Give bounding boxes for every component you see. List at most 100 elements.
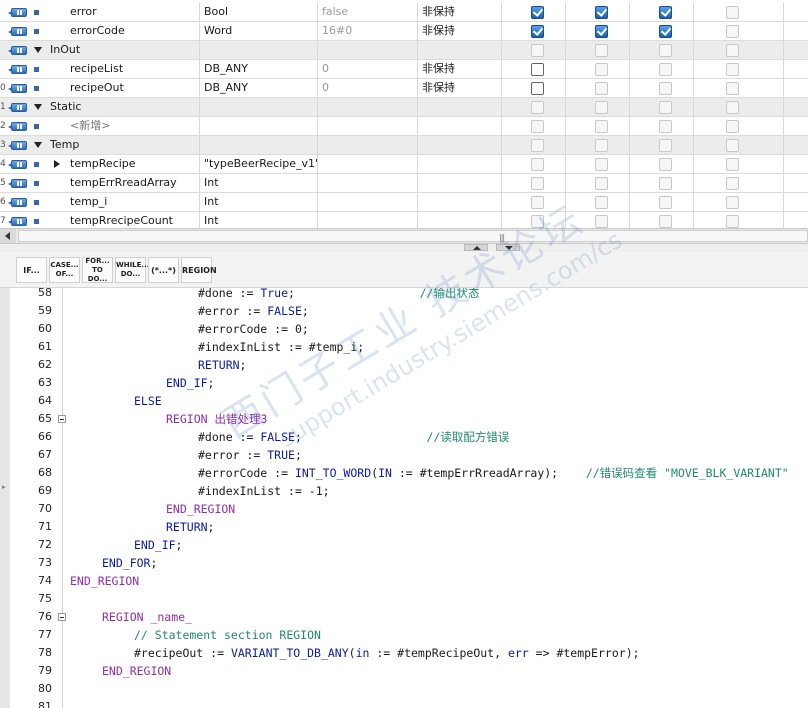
checkbox[interactable] [726, 139, 739, 152]
retain-cell[interactable] [418, 193, 502, 211]
retain-cell[interactable] [418, 174, 502, 192]
retain-cell[interactable] [418, 136, 502, 154]
default-value-cell[interactable] [318, 193, 418, 211]
checkbox[interactable] [595, 25, 608, 38]
checkbox[interactable] [531, 196, 544, 209]
insert-for-button[interactable]: FOR... TO DO... [82, 257, 113, 283]
default-value-cell[interactable]: 16#0 [318, 22, 418, 40]
default-value-cell[interactable]: false [318, 3, 418, 21]
data-type-cell[interactable]: Int [200, 193, 318, 211]
name-cell[interactable]: error [30, 3, 200, 21]
data-type-cell[interactable]: Int [200, 212, 318, 228]
checkbox[interactable] [531, 120, 544, 133]
fold-toggle-icon[interactable] [58, 613, 66, 621]
checkbox[interactable] [531, 101, 544, 114]
checkbox[interactable] [595, 6, 608, 19]
default-value-cell[interactable] [318, 117, 418, 135]
name-cell[interactable]: InOut [30, 41, 200, 59]
code-line[interactable]: ELSE [70, 392, 162, 410]
retain-cell[interactable] [418, 212, 502, 228]
checkbox[interactable] [659, 196, 672, 209]
code-line[interactable]: REGION _name_ [70, 608, 192, 626]
checkbox[interactable] [726, 177, 739, 190]
checkbox[interactable] [726, 101, 739, 114]
insert-region-button[interactable]: REGION [181, 257, 217, 283]
code-line[interactable]: #errorCode := INT_TO_WORD(IN := #tempErr… [70, 464, 789, 482]
interface-row[interactable]: recipeList DB_ANY 0 非保持 [0, 60, 808, 79]
code-line[interactable]: END_IF; [70, 374, 214, 392]
data-type-cell[interactable]: Int [200, 174, 318, 192]
retain-cell[interactable] [418, 117, 502, 135]
checkbox[interactable] [726, 120, 739, 133]
checkbox[interactable] [726, 215, 739, 228]
insert-case-button[interactable]: CASE... OF... [49, 257, 80, 283]
retain-cell[interactable] [418, 41, 502, 59]
data-type-cell[interactable]: DB_ANY [200, 79, 318, 97]
interface-row[interactable]: InOut [0, 41, 808, 60]
checkbox[interactable] [659, 44, 672, 57]
checkbox[interactable] [531, 158, 544, 171]
retain-cell[interactable]: 非保持 [418, 79, 502, 97]
interface-row[interactable]: 2 <新增> [0, 117, 808, 136]
interface-row[interactable]: 4 tempRecipe "typeBeerRecipe_v1" [0, 155, 808, 174]
interface-row[interactable]: errorCode Word 16#0 非保持 [0, 22, 808, 41]
name-cell[interactable]: temp_i [30, 193, 200, 211]
interface-row[interactable]: 3 Temp [0, 136, 808, 155]
interface-row[interactable]: error Bool false 非保持 [0, 3, 808, 22]
default-value-cell[interactable]: 0 [318, 79, 418, 97]
checkbox[interactable] [595, 120, 608, 133]
checkbox[interactable] [595, 158, 608, 171]
code-line[interactable]: END_REGION [70, 500, 235, 518]
data-type-cell[interactable] [200, 136, 318, 154]
checkbox[interactable] [659, 63, 672, 76]
checkbox[interactable] [659, 177, 672, 190]
code-line[interactable]: RETURN; [70, 518, 214, 536]
retain-cell[interactable]: 非保持 [418, 3, 502, 21]
retain-cell[interactable]: 非保持 [418, 60, 502, 78]
name-cell[interactable]: tempRecipe [30, 155, 200, 173]
checkbox[interactable] [659, 25, 672, 38]
code-line[interactable]: #recipeOut := VARIANT_TO_DB_ANY(in := #t… [70, 644, 640, 662]
retain-cell[interactable]: 非保持 [418, 22, 502, 40]
retain-cell[interactable] [418, 155, 502, 173]
code-line[interactable]: RETURN; [70, 356, 246, 374]
code-line[interactable]: END_REGION [70, 572, 139, 590]
default-value-cell[interactable]: 0 [318, 60, 418, 78]
checkbox[interactable] [659, 158, 672, 171]
checkbox[interactable] [531, 82, 544, 95]
checkbox[interactable] [531, 63, 544, 76]
expand-arrow-icon[interactable] [34, 104, 42, 110]
checkbox[interactable] [726, 158, 739, 171]
checkbox[interactable] [595, 177, 608, 190]
data-type-cell[interactable]: "typeBeerRecipe_v1" [200, 155, 318, 173]
code-line[interactable]: #indexInList := #temp_i; [70, 338, 364, 356]
code-line[interactable]: #done := True; //输出状态 [70, 288, 479, 302]
scroll-thumb[interactable]: ||| [18, 230, 808, 242]
default-value-cell[interactable] [318, 174, 418, 192]
checkbox[interactable] [531, 177, 544, 190]
code-line[interactable]: // Statement section REGION [70, 626, 321, 644]
checkbox[interactable] [659, 6, 672, 19]
insert-comment-button[interactable]: (*...*) [148, 257, 179, 283]
name-cell[interactable]: tempRrecipeCount [30, 212, 200, 228]
checkbox[interactable] [531, 6, 544, 19]
checkbox[interactable] [531, 215, 544, 228]
insert-if-button[interactable]: IF... [16, 257, 47, 283]
checkbox[interactable] [595, 196, 608, 209]
default-value-cell[interactable] [318, 41, 418, 59]
checkbox[interactable] [726, 44, 739, 57]
checkbox[interactable] [531, 25, 544, 38]
code-line[interactable]: #errorCode := 0; [70, 320, 309, 338]
checkbox[interactable] [595, 44, 608, 57]
checkbox[interactable] [531, 44, 544, 57]
collapsed-arrow-icon[interactable] [54, 160, 60, 168]
code-line[interactable]: #done := FALSE; //读取配方错误 [70, 428, 509, 446]
checkbox[interactable] [659, 139, 672, 152]
checkbox[interactable] [726, 63, 739, 76]
pane-splitter[interactable] [0, 244, 808, 252]
data-type-cell[interactable]: DB_ANY [200, 60, 318, 78]
checkbox[interactable] [659, 120, 672, 133]
name-cell[interactable]: Static [30, 98, 200, 116]
code-line[interactable]: #error := TRUE; [70, 446, 302, 464]
checkbox[interactable] [726, 196, 739, 209]
